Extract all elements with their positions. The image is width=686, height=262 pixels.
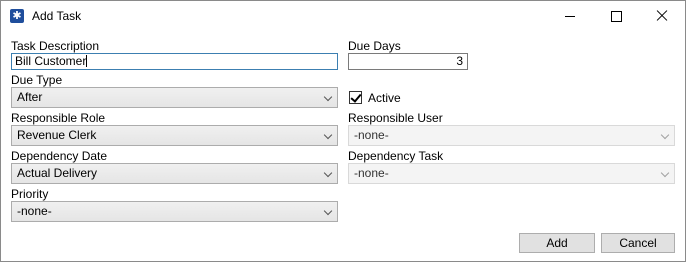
priority-label: Priority bbox=[11, 187, 49, 201]
chevron-down-icon bbox=[323, 130, 333, 140]
dependency-task-value: -none- bbox=[354, 166, 389, 180]
chevron-down-icon bbox=[660, 168, 670, 178]
active-label: Active bbox=[368, 91, 401, 105]
priority-value: -none- bbox=[17, 204, 52, 218]
text-caret bbox=[86, 55, 88, 67]
due-type-label: Due Type bbox=[11, 73, 63, 87]
dependency-task-select[interactable]: -none- bbox=[348, 163, 675, 184]
chevron-down-icon bbox=[323, 92, 333, 102]
responsible-role-value: Revenue Clerk bbox=[17, 128, 97, 142]
chevron-down-icon bbox=[323, 206, 333, 216]
gear-icon: ✱ bbox=[10, 9, 24, 23]
due-type-value: After bbox=[17, 90, 43, 104]
minimize-button[interactable] bbox=[547, 1, 593, 31]
task-description-label: Task Description bbox=[11, 39, 100, 53]
due-days-label: Due Days bbox=[348, 39, 401, 53]
add-task-dialog: ✱ Add Task Task Description Bill Custome… bbox=[0, 0, 686, 262]
cancel-button[interactable]: Cancel bbox=[601, 233, 675, 253]
task-description-value: Bill Customer bbox=[15, 54, 87, 68]
dependency-date-select[interactable]: Actual Delivery bbox=[11, 163, 338, 184]
responsible-user-label: Responsible User bbox=[348, 111, 443, 125]
window-title: Add Task bbox=[32, 9, 82, 23]
dependency-task-label: Dependency Task bbox=[348, 149, 444, 163]
dependency-date-value: Actual Delivery bbox=[17, 166, 98, 180]
responsible-user-value: -none- bbox=[354, 128, 389, 142]
close-button[interactable] bbox=[639, 1, 685, 31]
priority-select[interactable]: -none- bbox=[11, 201, 338, 222]
task-description-input[interactable]: Bill Customer bbox=[11, 53, 338, 70]
active-checkbox[interactable] bbox=[349, 91, 362, 104]
title-bar: ✱ Add Task bbox=[1, 1, 685, 31]
responsible-role-label: Responsible Role bbox=[11, 111, 106, 125]
maximize-button[interactable] bbox=[593, 1, 639, 31]
responsible-user-select[interactable]: -none- bbox=[348, 125, 675, 146]
chevron-down-icon bbox=[660, 130, 670, 140]
chevron-down-icon bbox=[323, 168, 333, 178]
add-button[interactable]: Add bbox=[519, 233, 595, 253]
responsible-role-select[interactable]: Revenue Clerk bbox=[11, 125, 338, 146]
dependency-date-label: Dependency Date bbox=[11, 149, 108, 163]
due-days-input[interactable]: 3 bbox=[348, 53, 468, 70]
due-type-select[interactable]: After bbox=[11, 87, 338, 108]
